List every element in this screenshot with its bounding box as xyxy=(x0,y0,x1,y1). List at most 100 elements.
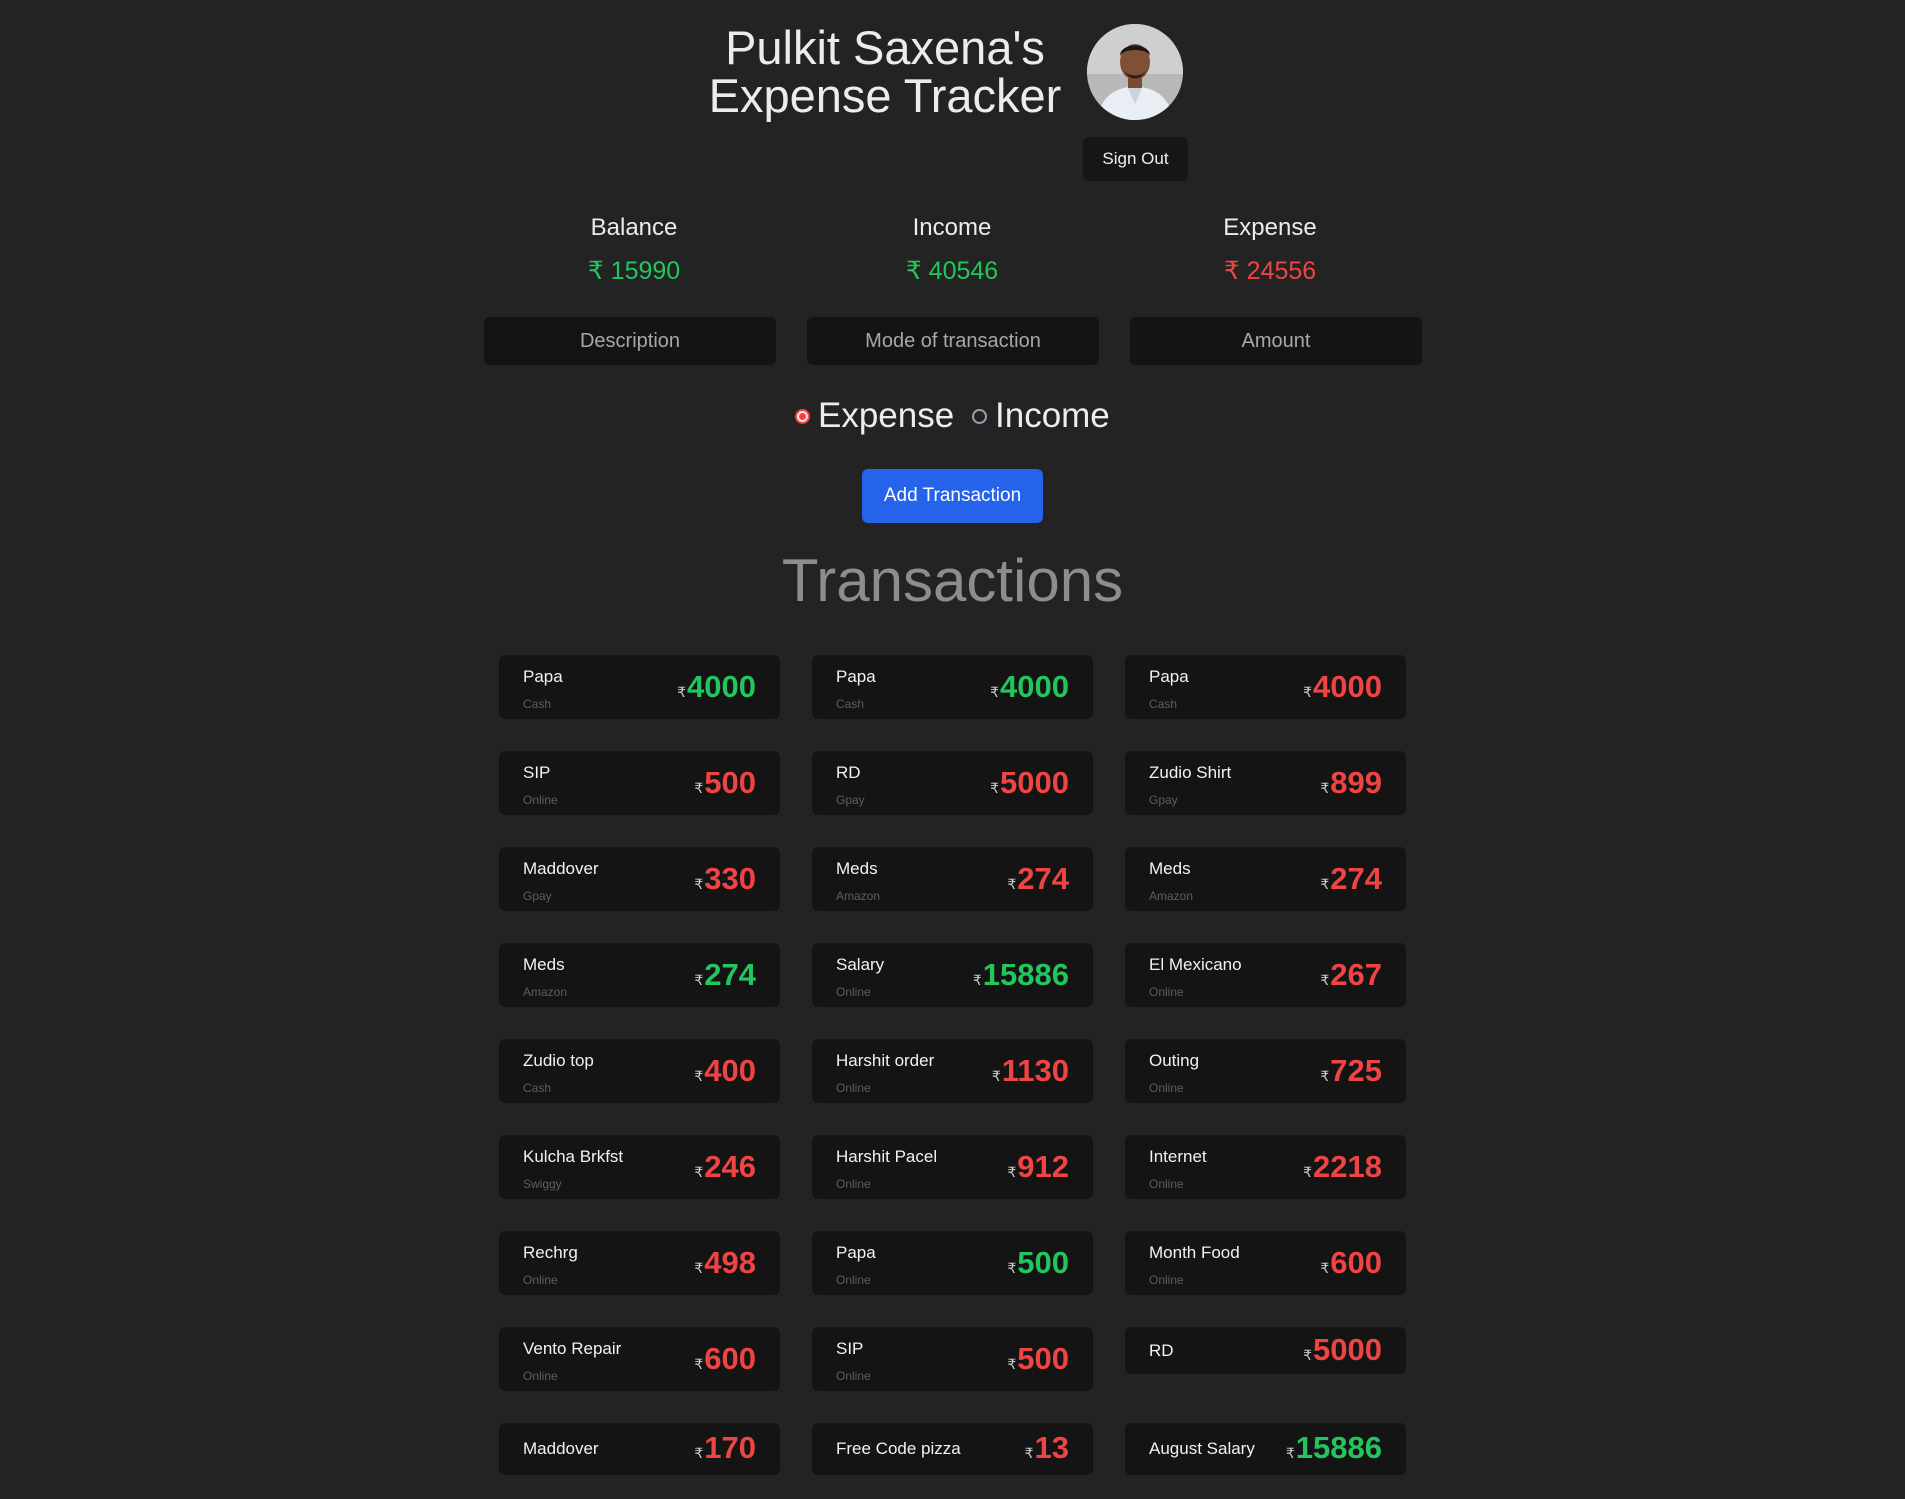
rupee-icon: ₹ xyxy=(1007,1260,1017,1276)
transaction-amount: ₹330 xyxy=(694,861,756,897)
transaction-amount: ₹246 xyxy=(694,1149,756,1185)
expense-tracker-page: Pulkit Saxena's Expense Tracker Sign Out… xyxy=(0,0,1905,1499)
transaction-amount: ₹267 xyxy=(1320,957,1382,993)
transaction-card[interactable]: Papa Cash ₹4000 xyxy=(1125,655,1406,719)
rupee-icon: ₹ xyxy=(1320,1260,1330,1276)
transaction-amount-value: 170 xyxy=(704,1430,756,1465)
transaction-card[interactable]: Meds Amazon ₹274 xyxy=(812,847,1093,911)
transaction-mode: Cash xyxy=(523,1081,552,1095)
transaction-amount-value: 15886 xyxy=(1295,1430,1382,1465)
transaction-mode: Online xyxy=(1149,1081,1184,1095)
transaction-description: Outing xyxy=(1149,1051,1200,1070)
transaction-card[interactable]: Free Code pizza ₹13 xyxy=(812,1423,1093,1475)
transaction-amount-value: 13 xyxy=(1034,1430,1069,1465)
transaction-amount-value: 500 xyxy=(1017,1341,1069,1376)
transaction-description: Maddover xyxy=(523,859,599,878)
transaction-card[interactable]: Papa Cash ₹4000 xyxy=(812,655,1093,719)
transaction-mode: Amazon xyxy=(523,985,568,999)
transaction-card[interactable]: Zudio top Cash ₹400 xyxy=(499,1039,780,1103)
transaction-card[interactable]: RD ₹5000 xyxy=(1125,1327,1406,1374)
transaction-mode: Online xyxy=(523,1369,558,1383)
transaction-mode: Online xyxy=(523,793,558,807)
transaction-card[interactable]: Papa Online ₹500 xyxy=(812,1231,1093,1295)
income-radio-label: Income xyxy=(995,396,1110,435)
transaction-card[interactable]: Outing Online ₹725 xyxy=(1125,1039,1406,1103)
rupee-icon: ₹ xyxy=(1285,1445,1295,1461)
transaction-card[interactable]: SIP Online ₹500 xyxy=(499,751,780,815)
transaction-card[interactable]: El Mexicano Online ₹267 xyxy=(1125,943,1406,1007)
transaction-mode: Online xyxy=(836,1369,871,1383)
rupee-icon: ₹ xyxy=(694,1260,704,1276)
expense-radio-option[interactable]: Expense xyxy=(795,396,954,436)
transaction-amount: ₹4000 xyxy=(677,669,756,705)
transaction-amount: ₹1130 xyxy=(992,1053,1069,1089)
transaction-card[interactable]: Harshit order Online ₹1130 xyxy=(812,1039,1093,1103)
rupee-icon: ₹ xyxy=(694,972,704,988)
transaction-description: Internet xyxy=(1149,1147,1207,1166)
expense-value: ₹ 24556 xyxy=(1223,257,1317,285)
transaction-amount: ₹912 xyxy=(1007,1149,1069,1185)
rupee-icon: ₹ xyxy=(694,1356,704,1372)
transaction-amount-value: 400 xyxy=(704,1053,756,1088)
transaction-amount: ₹600 xyxy=(1320,1245,1382,1281)
rupee-icon: ₹ xyxy=(694,1445,704,1461)
transaction-card[interactable]: Meds Amazon ₹274 xyxy=(1125,847,1406,911)
transaction-description: SIP xyxy=(836,1339,864,1358)
transaction-mode: Online xyxy=(836,1081,871,1095)
amount-input[interactable] xyxy=(1130,317,1422,365)
transaction-amount: ₹15886 xyxy=(1286,1430,1382,1466)
transaction-mode: Online xyxy=(523,1273,558,1287)
transaction-card[interactable]: Maddover Gpay ₹330 xyxy=(499,847,780,911)
add-transaction-button[interactable]: Add Transaction xyxy=(862,469,1043,523)
expense-label: Expense xyxy=(1223,214,1317,241)
rupee-icon: ₹ xyxy=(1007,876,1017,892)
transaction-mode: Online xyxy=(1149,985,1184,999)
transaction-card[interactable]: SIP Online ₹500 xyxy=(812,1327,1093,1391)
rupee-icon: ₹ xyxy=(677,684,687,700)
income-radio-button[interactable] xyxy=(972,408,987,424)
transaction-card[interactable]: Vento Repair Online ₹600 xyxy=(499,1327,780,1391)
rupee-icon: ₹ xyxy=(1024,1445,1034,1461)
mode-of-transaction-input[interactable] xyxy=(807,317,1099,365)
transaction-card[interactable]: Harshit Pacel Online ₹912 xyxy=(812,1135,1093,1199)
transaction-card[interactable]: Zudio Shirt Gpay ₹899 xyxy=(1125,751,1406,815)
sign-out-button[interactable]: Sign Out xyxy=(1083,137,1188,181)
rupee-icon: ₹ xyxy=(1320,972,1330,988)
transaction-description: SIP xyxy=(523,763,551,782)
income-label: Income xyxy=(912,214,992,241)
transaction-description: Papa xyxy=(523,667,563,686)
description-input[interactable] xyxy=(484,317,776,365)
transaction-description: August Salary xyxy=(1149,1439,1255,1458)
transaction-description: RD xyxy=(1149,1340,1174,1360)
transaction-amount: ₹4000 xyxy=(1303,669,1382,705)
transaction-card[interactable]: Maddover ₹170 xyxy=(499,1423,780,1475)
transaction-card[interactable]: RD Gpay ₹5000 xyxy=(812,751,1093,815)
transaction-card[interactable]: Month Food Online ₹600 xyxy=(1125,1231,1406,1295)
transaction-description: Zudio top xyxy=(523,1051,594,1070)
transaction-amount: ₹2218 xyxy=(1303,1149,1382,1185)
avatar xyxy=(1087,24,1183,120)
transaction-amount: ₹498 xyxy=(694,1245,756,1281)
expense-radio-label: Expense xyxy=(818,396,955,435)
transaction-card[interactable]: Meds Amazon ₹274 xyxy=(499,943,780,1007)
transaction-card[interactable]: Kulcha Brkfst Swiggy ₹246 xyxy=(499,1135,780,1199)
transaction-card[interactable]: August Salary ₹15886 xyxy=(1125,1423,1406,1475)
transaction-description: RD xyxy=(836,763,861,782)
transaction-amount-value: 4000 xyxy=(1000,669,1069,704)
transaction-mode: Online xyxy=(836,985,871,999)
transaction-description: El Mexicano xyxy=(1149,955,1242,974)
transaction-amount-value: 4000 xyxy=(1313,669,1382,704)
transaction-card[interactable]: Rechrg Online ₹498 xyxy=(499,1231,780,1295)
transaction-card[interactable]: Papa Cash ₹4000 xyxy=(499,655,780,719)
transaction-amount-value: 267 xyxy=(1330,957,1382,992)
income-radio-option[interactable]: Income xyxy=(972,396,1110,436)
transaction-amount-value: 274 xyxy=(704,957,756,992)
transaction-amount-value: 600 xyxy=(1330,1245,1382,1280)
transaction-card[interactable]: Internet Online ₹2218 xyxy=(1125,1135,1406,1199)
transaction-mode: Gpay xyxy=(1149,793,1178,807)
page-title: Pulkit Saxena's Expense Tracker xyxy=(700,24,1070,120)
transaction-card[interactable]: Salary Online ₹15886 xyxy=(812,943,1093,1007)
expense-radio-button[interactable] xyxy=(795,408,810,424)
transaction-amount: ₹170 xyxy=(694,1430,756,1466)
transaction-description: Papa xyxy=(1149,667,1189,686)
